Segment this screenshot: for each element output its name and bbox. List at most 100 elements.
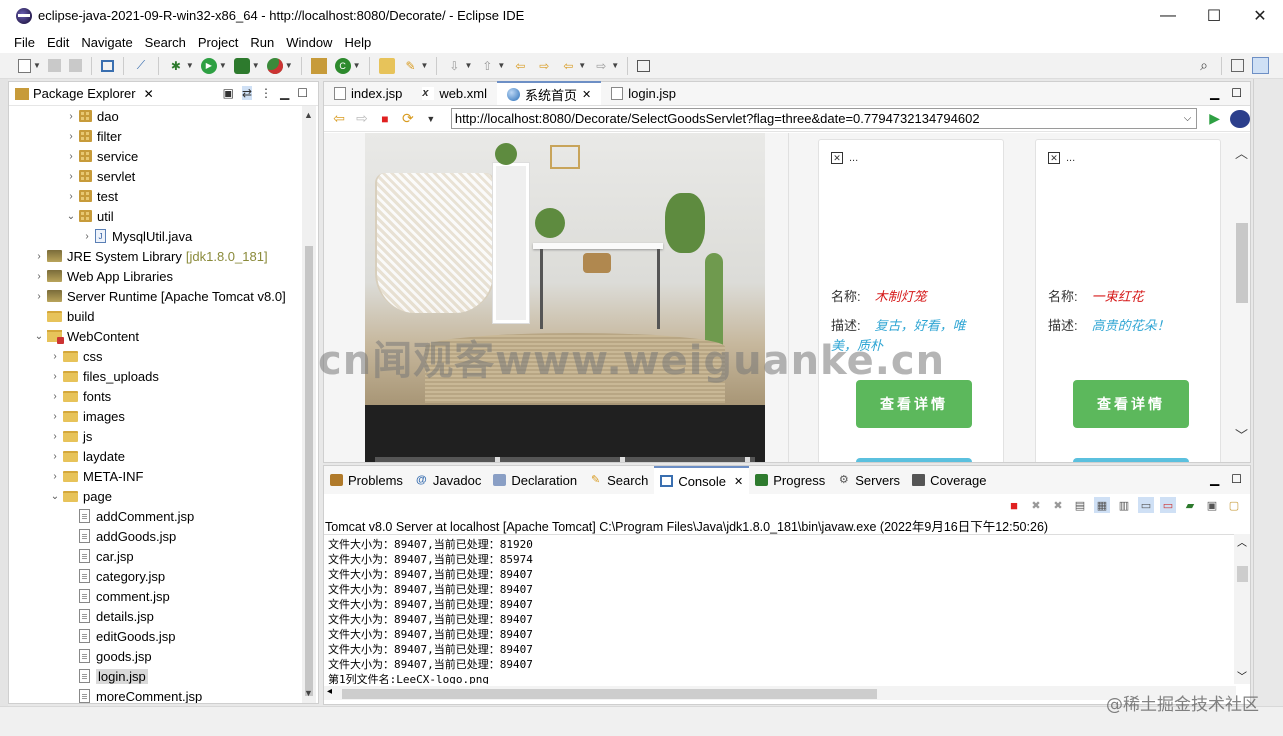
expand-arrow-icon[interactable]: › (49, 431, 61, 442)
expand-arrow-icon[interactable]: › (65, 111, 77, 122)
package-explorer-title[interactable]: Package Explorer (33, 86, 136, 101)
scroll-down-icon[interactable]: ﹀ (1235, 425, 1248, 444)
browser-menu-icon[interactable]: ▼ (422, 111, 440, 127)
coverage-run-icon[interactable] (233, 57, 250, 74)
tree-item[interactable]: details.jsp (65, 606, 154, 626)
search-icon[interactable]: ⌕ (1196, 57, 1212, 74)
tree-item[interactable]: › Web App Libraries (33, 266, 173, 286)
tree-item[interactable]: › css (49, 346, 102, 366)
open-perspective-icon[interactable] (1231, 59, 1244, 72)
tree-item[interactable]: › servlet (65, 166, 135, 186)
expand-arrow-icon[interactable]: › (81, 231, 93, 242)
console-output[interactable]: 文件大小为：89407,当前已处理：81920 文件大小为：89407,当前已处理… (324, 534, 1236, 684)
package-explorer-scrollbar[interactable]: ▲ ▼ (302, 106, 316, 703)
tree-item[interactable]: build (33, 306, 94, 326)
new-project-icon[interactable] (310, 57, 327, 74)
save-all-icon[interactable] (68, 59, 82, 72)
browser-stop-icon[interactable]: ■ (376, 111, 394, 127)
save-icon[interactable] (47, 59, 61, 72)
display-console-icon[interactable]: ▣ (1204, 497, 1220, 513)
collapse-arrow-icon[interactable]: ⌄ (65, 211, 77, 222)
close-window-button[interactable]: ✕ (1237, 0, 1283, 31)
expand-arrow-icon[interactable]: › (65, 151, 77, 162)
close-tab-icon[interactable]: ✕ (734, 475, 743, 488)
next-annotation-dropdown-icon[interactable]: ▼ (464, 61, 472, 70)
tree-item[interactable]: › dao (65, 106, 118, 126)
show-on-stderr-icon[interactable]: ▭ (1160, 497, 1176, 513)
expand-arrow-icon[interactable]: › (65, 131, 77, 142)
tree-item[interactable]: ⌄ util (65, 206, 114, 226)
back-icon[interactable]: ⇦ (560, 58, 576, 74)
tree-item[interactable]: goods.jsp (65, 646, 152, 666)
scroll-up-icon[interactable]: ︿ (1237, 534, 1247, 549)
scroll-lock-icon[interactable]: ▦ (1094, 497, 1110, 513)
external-tools-icon[interactable] (266, 57, 283, 74)
open-task-icon[interactable]: ✎ (403, 58, 419, 74)
maximize-view-icon[interactable]: ☐ (297, 86, 308, 100)
pin-console-icon[interactable]: ▰ (1182, 497, 1198, 513)
open-type-icon[interactable] (378, 57, 395, 74)
expand-arrow-icon[interactable]: › (49, 451, 61, 462)
link-with-editor-icon[interactable]: ⇄ (241, 86, 252, 100)
editor-tab[interactable]: x web.xml (412, 81, 497, 105)
run-icon[interactable]: ▶ (200, 57, 217, 74)
expand-arrow-icon[interactable]: › (33, 251, 45, 262)
expand-arrow-icon[interactable]: › (65, 191, 77, 202)
forward-dropdown-icon[interactable]: ▼ (611, 61, 619, 70)
scroll-left-icon[interactable]: ◂ (327, 686, 332, 697)
minimize-editor-icon[interactable]: ▁ (1210, 86, 1219, 100)
tree-item[interactable]: ⌄ page (49, 486, 112, 506)
go-icon[interactable]: ▶ (1209, 110, 1220, 127)
maximize-button[interactable]: ☐ (1191, 0, 1237, 31)
open-external-browser-icon[interactable] (1230, 109, 1251, 128)
expand-arrow-icon[interactable]: › (49, 411, 61, 422)
scroll-down-icon[interactable]: ﹀ (1237, 668, 1247, 683)
view-menu-icon[interactable]: ⋮ (260, 86, 272, 100)
panel-tab-progress[interactable]: Progress (749, 466, 831, 494)
menu-search[interactable]: Search (139, 35, 192, 50)
panel-tab-servers[interactable]: ⚙ Servers (831, 466, 906, 494)
tree-item[interactable]: addGoods.jsp (65, 526, 176, 546)
collapse-arrow-icon[interactable]: ⌄ (33, 331, 45, 342)
expand-arrow-icon[interactable]: › (49, 471, 61, 482)
prev-annotation-dropdown-icon[interactable]: ▼ (497, 61, 505, 70)
scrollbar-thumb[interactable] (1237, 566, 1248, 582)
minimize-view-icon[interactable]: ▁ (280, 86, 289, 100)
close-tab-icon[interactable]: ✕ (582, 88, 591, 101)
skip-breakpoints-icon[interactable]: ⟋ (133, 58, 149, 74)
tree-item[interactable]: addComment.jsp (65, 506, 194, 526)
minimize-button[interactable]: — (1145, 0, 1191, 31)
expand-arrow-icon[interactable]: › (65, 171, 77, 182)
new-dropdown-icon[interactable]: ▼ (33, 61, 41, 70)
collapse-all-icon[interactable]: ▣ (223, 86, 234, 100)
scrollbar-thumb[interactable] (1236, 223, 1248, 303)
scroll-up-icon[interactable]: ︿ (1235, 143, 1248, 162)
menu-run[interactable]: Run (244, 35, 280, 50)
tree-item[interactable]: ⌄ WebContent (33, 326, 139, 346)
open-task-dropdown-icon[interactable]: ▼ (421, 61, 429, 70)
menu-project[interactable]: Project (192, 35, 244, 50)
tree-item[interactable]: editGoods.jsp (65, 626, 176, 646)
secondary-button[interactable] (1073, 458, 1189, 462)
url-input[interactable]: http://localhost:8080/Decorate/SelectGoo… (450, 108, 1198, 129)
new-class-dropdown-icon[interactable]: ▼ (353, 61, 361, 70)
url-history-dropdown-icon[interactable]: ⌵ (1184, 113, 1192, 124)
page-scrollbar[interactable]: ︿ ﹀ (1232, 133, 1250, 462)
browser-refresh-icon[interactable]: ⟳ (399, 110, 417, 127)
scrollbar-thumb[interactable] (342, 689, 877, 699)
tree-item[interactable]: › META-INF (49, 466, 143, 486)
new-icon[interactable] (18, 58, 31, 73)
new-class-icon[interactable]: C (334, 57, 351, 74)
panel-tab-search[interactable]: ✎ Search (583, 466, 654, 494)
tree-item[interactable]: › JRE System Library [jdk1.8.0_181] (33, 246, 267, 266)
scroll-down-icon[interactable]: ▼ (304, 688, 313, 698)
tree-item[interactable]: › Server Runtime [Apache Tomcat v8.0] (33, 286, 285, 306)
panel-tab-decl[interactable]: Declaration (487, 466, 583, 494)
editor-tab[interactable]: login.jsp (601, 81, 686, 105)
open-console-icon[interactable]: ▢ (1226, 497, 1242, 513)
view-details-button[interactable]: 查看详情 (856, 380, 972, 428)
next-annotation-icon[interactable]: ⇩ (446, 58, 462, 74)
forward-edit-icon[interactable]: ⇨ (536, 58, 552, 74)
scrollbar-thumb[interactable] (305, 246, 313, 696)
expand-arrow-icon[interactable]: › (49, 351, 61, 362)
